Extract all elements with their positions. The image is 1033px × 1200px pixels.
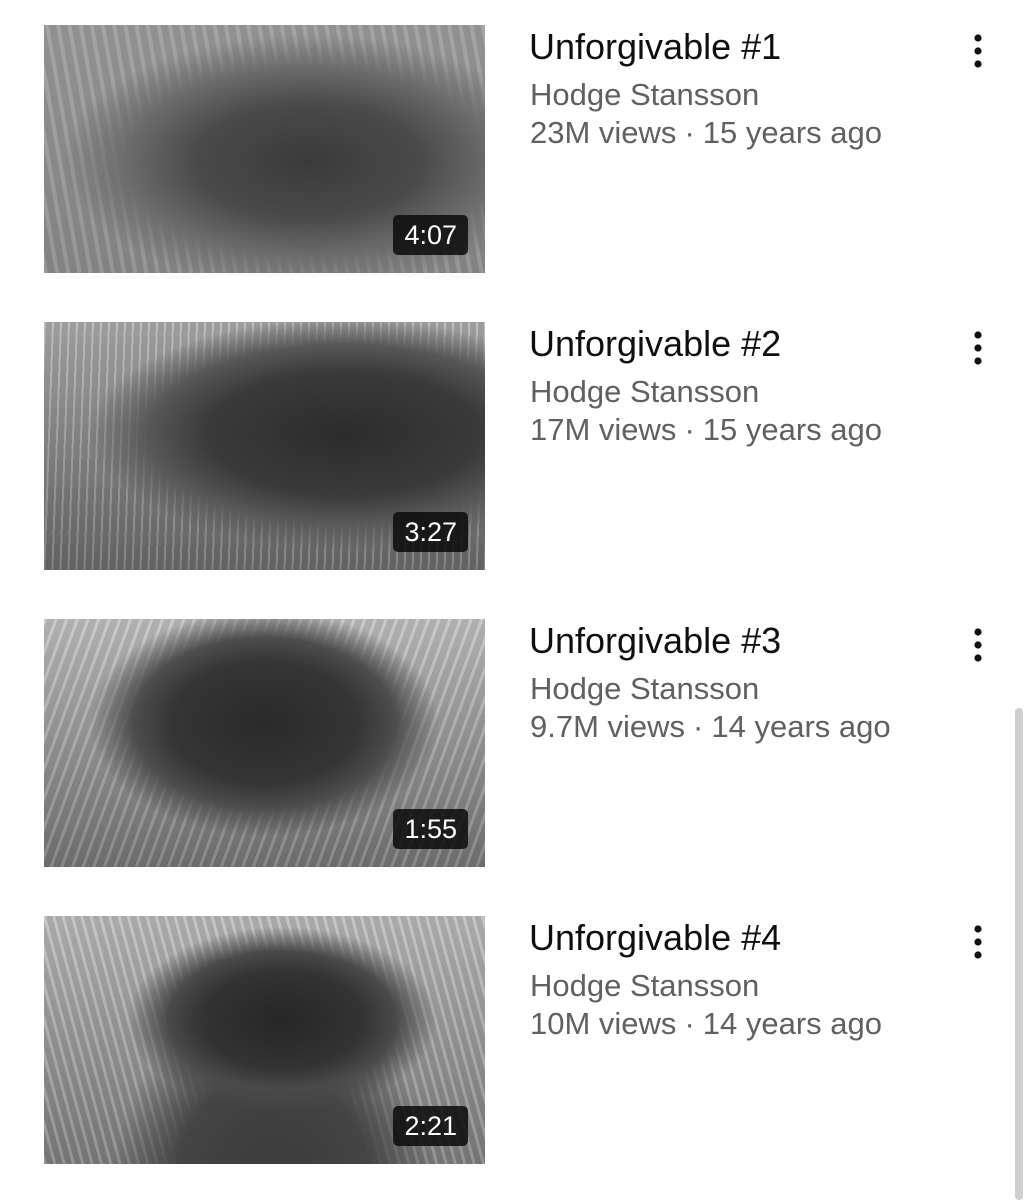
duration-badge: 3:27 xyxy=(393,512,468,552)
more-options-button[interactable] xyxy=(958,623,998,667)
video-thumbnail[interactable]: 3:27 xyxy=(44,322,485,570)
video-thumbnail[interactable]: 2:21 xyxy=(44,916,485,1164)
more-vert-icon xyxy=(974,34,982,68)
scrollbar-thumb[interactable] xyxy=(1015,708,1023,1200)
video-meta: 10M views · 14 years ago xyxy=(530,1006,882,1042)
more-vert-icon xyxy=(974,628,982,662)
channel-name[interactable]: Hodge Stansson xyxy=(530,671,759,707)
duration-badge: 1:55 xyxy=(393,809,468,849)
meta-separator: · xyxy=(684,1006,695,1041)
upload-age: 14 years ago xyxy=(702,1006,882,1041)
more-vert-icon xyxy=(974,925,982,959)
view-count: 23M views xyxy=(530,115,677,150)
more-options-button[interactable] xyxy=(958,920,998,964)
more-options-button[interactable] xyxy=(958,29,998,73)
view-count: 10M views xyxy=(530,1006,677,1041)
video-thumbnail[interactable]: 4:07 xyxy=(44,25,485,273)
view-count: 17M views xyxy=(530,412,677,447)
video-title[interactable]: Unforgivable #2 xyxy=(529,324,781,364)
upload-age: 14 years ago xyxy=(711,709,891,744)
meta-separator: · xyxy=(684,412,695,447)
video-list: 4:07 Unforgivable #1 Hodge Stansson 23M … xyxy=(0,0,1033,1200)
channel-name[interactable]: Hodge Stansson xyxy=(530,77,759,113)
view-count: 9.7M views xyxy=(530,709,686,744)
more-options-button[interactable] xyxy=(958,326,998,370)
video-meta: 17M views · 15 years ago xyxy=(530,412,882,448)
channel-name[interactable]: Hodge Stansson xyxy=(530,374,759,410)
video-item[interactable]: 4:07 Unforgivable #1 Hodge Stansson 23M … xyxy=(0,25,1010,275)
meta-separator: · xyxy=(684,115,695,150)
channel-name[interactable]: Hodge Stansson xyxy=(530,968,759,1004)
video-title[interactable]: Unforgivable #3 xyxy=(529,621,781,661)
video-title[interactable]: Unforgivable #1 xyxy=(529,27,781,67)
video-item[interactable]: 1:55 Unforgivable #3 Hodge Stansson 9.7M… xyxy=(0,619,1010,869)
video-meta: 23M views · 15 years ago xyxy=(530,115,882,151)
video-meta: 9.7M views · 14 years ago xyxy=(530,709,891,745)
video-title[interactable]: Unforgivable #4 xyxy=(529,918,781,958)
video-item[interactable]: 2:21 Unforgivable #4 Hodge Stansson 10M … xyxy=(0,916,1010,1166)
video-thumbnail[interactable]: 1:55 xyxy=(44,619,485,867)
meta-separator: · xyxy=(693,709,704,744)
duration-badge: 2:21 xyxy=(393,1106,468,1146)
upload-age: 15 years ago xyxy=(702,412,882,447)
duration-badge: 4:07 xyxy=(393,215,468,255)
more-vert-icon xyxy=(974,331,982,365)
upload-age: 15 years ago xyxy=(702,115,882,150)
video-item[interactable]: 3:27 Unforgivable #2 Hodge Stansson 17M … xyxy=(0,322,1010,572)
